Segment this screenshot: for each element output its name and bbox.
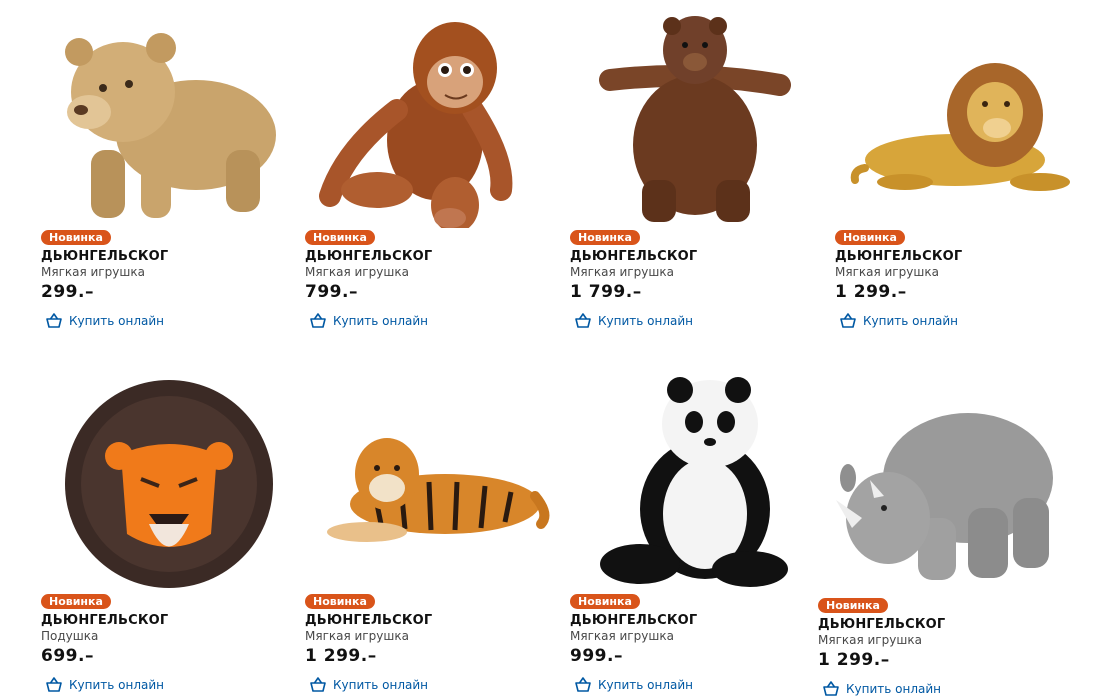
buy-online-link[interactable]: Купить онлайн	[309, 676, 428, 693]
product-type: Мягкая игрушка	[41, 265, 145, 279]
new-badge: Новинка	[570, 230, 640, 245]
buy-online-link[interactable]: Купить онлайн	[45, 676, 164, 693]
buy-online-link[interactable]: Купить онлайн	[574, 676, 693, 693]
buy-online-label[interactable]: Купить онлайн	[69, 678, 164, 692]
new-badge: Новинка	[570, 594, 640, 609]
buy-online-link[interactable]: Купить онлайн	[45, 312, 164, 329]
buy-online-link[interactable]: Купить онлайн	[822, 680, 941, 697]
shopping-basket-icon	[309, 312, 327, 329]
product-name[interactable]: ДЬЮНГЕЛЬСКОГ	[305, 613, 432, 628]
new-badge: Новинка	[305, 230, 375, 245]
buy-online-link[interactable]: Купить онлайн	[839, 312, 958, 329]
buy-online-label[interactable]: Купить онлайн	[69, 314, 164, 328]
buy-online-label[interactable]: Купить онлайн	[598, 314, 693, 328]
buy-online-link[interactable]: Купить онлайн	[309, 312, 428, 329]
new-badge: Новинка	[41, 230, 111, 245]
buy-online-label[interactable]: Купить онлайн	[333, 678, 428, 692]
shopping-basket-icon	[45, 676, 63, 693]
product-name[interactable]: ДЬЮНГЕЛЬСКОГ	[41, 249, 168, 264]
product-name[interactable]: ДЬЮНГЕЛЬСКОГ	[570, 249, 697, 264]
product-image-lion[interactable]	[835, 0, 1085, 228]
product-image-rhino[interactable]	[818, 368, 1068, 596]
product-image-panda[interactable]	[570, 364, 820, 592]
product-type: Мягкая игрушка	[570, 629, 674, 643]
product-image-lion-cub[interactable]	[41, 0, 291, 228]
new-badge: Новинка	[305, 594, 375, 609]
product-name[interactable]: ДЬЮНГЕЛЬСКОГ	[835, 249, 962, 264]
product-image-lion-cushion[interactable]	[41, 364, 291, 592]
product-price: 1 799.–	[570, 282, 642, 302]
product-price: 1 299.–	[818, 650, 890, 670]
buy-online-label[interactable]: Купить онлайн	[863, 314, 958, 328]
product-name[interactable]: ДЬЮНГЕЛЬСКОГ	[41, 613, 168, 628]
buy-online-link[interactable]: Купить онлайн	[574, 312, 693, 329]
shopping-basket-icon	[822, 680, 840, 697]
buy-online-label[interactable]: Купить онлайн	[846, 682, 941, 696]
product-type: Мягкая игрушка	[305, 629, 409, 643]
shopping-basket-icon	[574, 312, 592, 329]
shopping-basket-icon	[45, 312, 63, 329]
buy-online-label[interactable]: Купить онлайн	[598, 678, 693, 692]
product-name[interactable]: ДЬЮНГЕЛЬСКОГ	[818, 617, 945, 632]
product-price: 799.–	[305, 282, 358, 302]
product-price: 699.–	[41, 646, 94, 666]
product-type: Мягкая игрушка	[570, 265, 674, 279]
new-badge: Новинка	[835, 230, 905, 245]
buy-online-label[interactable]: Купить онлайн	[333, 314, 428, 328]
product-type: Мягкая игрушка	[305, 265, 409, 279]
product-image-orangutan[interactable]	[305, 0, 555, 228]
product-name[interactable]: ДЬЮНГЕЛЬСКОГ	[570, 613, 697, 628]
product-name[interactable]: ДЬЮНГЕЛЬСКОГ	[305, 249, 432, 264]
product-image-tiger[interactable]	[305, 364, 555, 592]
product-type: Мягкая игрушка	[818, 633, 922, 647]
shopping-basket-icon	[839, 312, 857, 329]
product-image-brown-bear[interactable]	[570, 0, 820, 228]
product-type: Подушка	[41, 629, 99, 643]
product-price: 999.–	[570, 646, 623, 666]
new-badge: Новинка	[818, 598, 888, 613]
new-badge: Новинка	[41, 594, 111, 609]
product-type: Мягкая игрушка	[835, 265, 939, 279]
shopping-basket-icon	[574, 676, 592, 693]
product-price: 299.–	[41, 282, 94, 302]
product-price: 1 299.–	[305, 646, 377, 666]
product-price: 1 299.–	[835, 282, 907, 302]
shopping-basket-icon	[309, 676, 327, 693]
